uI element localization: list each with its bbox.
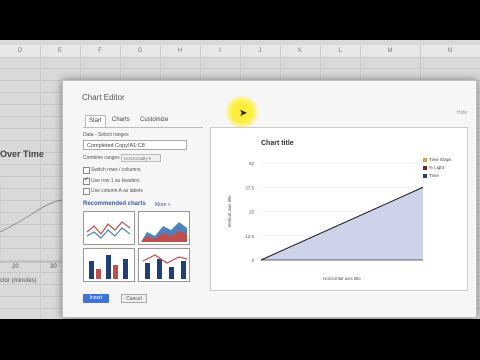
bg-tick-30: 30: [50, 264, 57, 270]
column-header-L[interactable]: L: [320, 45, 361, 57]
recommended-charts-heading: Recommended charts: [83, 201, 146, 207]
y-tick-label: 12.5: [245, 234, 254, 239]
chevron-down-icon: ▾: [148, 156, 152, 161]
combo-chart-icon: [142, 254, 188, 279]
chart-editor-dialog: Chart Editor Hide Start Charts Customize…: [62, 80, 477, 318]
y-tick-label: 50: [249, 161, 255, 166]
column-header-M[interactable]: M: [360, 45, 421, 57]
legend-label: % Light: [429, 165, 445, 170]
tab-customize[interactable]: Customize: [137, 115, 171, 126]
dialog-title: Chart Editor: [82, 93, 125, 102]
column-header-K[interactable]: K: [280, 45, 321, 57]
y-tick-label: 25: [249, 210, 255, 215]
combine-ranges-label: Combine ranges: [83, 155, 120, 161]
column-header-E[interactable]: E: [40, 45, 81, 57]
y-tick-label: 37.5: [245, 185, 254, 190]
row1-headers-checkbox[interactable]: [83, 176, 90, 185]
chart-preview: Chart title 0 12.5 25 37.5 50 Vertical axis t…: [210, 127, 468, 291]
legend-item: Time Elaps: [423, 156, 451, 164]
recommended-chart-thumb-area[interactable]: [138, 211, 190, 245]
insert-button[interactable]: Insert: [83, 294, 109, 303]
area-chart-icon: [141, 222, 187, 242]
columnA-labels-checkbox[interactable]: [83, 188, 90, 195]
legend-swatch: [423, 158, 427, 162]
legend-swatch: [423, 174, 427, 178]
column-header-G[interactable]: G: [120, 45, 161, 57]
tab-divider: [83, 127, 203, 128]
tab-charts[interactable]: Charts: [109, 115, 133, 126]
tab-start[interactable]: Start: [85, 115, 106, 127]
legend-swatch: [423, 166, 427, 170]
recommended-chart-thumb-column[interactable]: [83, 248, 135, 282]
column-header-H[interactable]: H: [160, 45, 201, 57]
combine-ranges-select[interactable]: Horizontally ▾: [121, 154, 161, 162]
switch-rows-columns-label: Switch rows / columns: [91, 167, 141, 173]
column-chart-icon: [89, 255, 128, 279]
column-header-J[interactable]: J: [240, 45, 281, 57]
letterbox-bottom: [0, 319, 480, 360]
switch-rows-columns-checkbox[interactable]: [83, 167, 90, 174]
column-header-I[interactable]: I: [200, 45, 241, 57]
data-range-label: Data - Select ranges: [83, 132, 129, 138]
background-chart-title: Over Time: [0, 149, 44, 159]
data-range-input[interactable]: Completed Copy!A1:C8: [83, 140, 187, 150]
y-tick-label: 0: [251, 258, 254, 263]
recommended-chart-thumb-line[interactable]: [83, 211, 135, 245]
legend-label: Time Elaps: [429, 157, 452, 162]
letterbox-top: [0, 0, 480, 40]
line-chart-icon: [86, 221, 131, 239]
recommended-chart-thumb-combo[interactable]: [138, 248, 190, 282]
cancel-button[interactable]: Cancel: [121, 294, 147, 303]
column-header-F[interactable]: F: [80, 45, 121, 57]
bg-tick-20: 20: [12, 264, 19, 270]
more-charts-link[interactable]: More »: [155, 202, 171, 208]
x-axis-title: Horizontal axis title: [323, 276, 361, 281]
columnA-labels-label: Use column A as labels: [91, 188, 143, 194]
mouse-pointer-icon: ➤: [239, 108, 248, 119]
legend-item: Time: [423, 172, 451, 180]
row1-headers-label: Use row 1 as headers: [91, 178, 140, 184]
bg-chart-line: [0, 199, 63, 233]
column-header-D[interactable]: D: [0, 45, 41, 57]
close-button[interactable]: Hide: [457, 110, 467, 116]
combine-ranges-value: Horizontally: [124, 156, 148, 161]
screen: D E F G H I J K L M N Over Time 20 30 ct…: [0, 0, 480, 360]
column-header-N[interactable]: N: [420, 45, 480, 57]
chart-legend: Time Elaps % Light Time: [423, 156, 451, 180]
chart-plot: 0 12.5 25 37.5 50 Vertical axis title Horizont…: [227, 161, 424, 281]
background-chart-xlabel: ctor (minutes): [0, 278, 37, 284]
y-axis-title: Vertical axis title: [227, 195, 232, 228]
legend-label: Time: [429, 173, 439, 178]
legend-item: % Light: [423, 164, 451, 172]
